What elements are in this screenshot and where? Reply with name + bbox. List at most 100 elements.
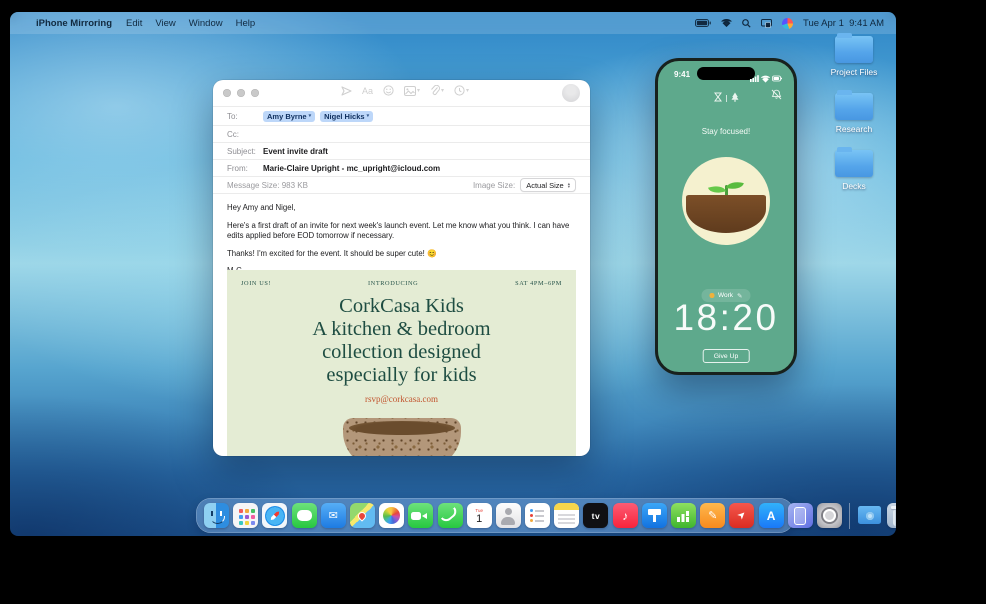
dock-tv[interactable]: tv bbox=[583, 503, 608, 528]
dock-contacts[interactable] bbox=[496, 503, 521, 528]
cork-planter-image bbox=[327, 418, 477, 456]
desktop-folder-list: Project Files Research Decks bbox=[818, 36, 890, 191]
emoji-icon[interactable] bbox=[383, 85, 394, 96]
invite-introducing-tag: INTRODUCING bbox=[368, 280, 418, 287]
menu-window[interactable]: Window bbox=[189, 18, 223, 29]
email-body[interactable]: Hey Amy and Nigel, Here's a first draft … bbox=[213, 194, 590, 277]
body-paragraph: Thanks! I'm excited for the event. It sh… bbox=[227, 249, 576, 260]
dock-separator bbox=[849, 503, 850, 529]
dock-trash[interactable] bbox=[887, 503, 897, 528]
dock-photos[interactable] bbox=[379, 503, 404, 528]
zoom-button[interactable] bbox=[251, 89, 259, 97]
bell-slash-icon[interactable] bbox=[771, 87, 782, 105]
dynamic-island bbox=[697, 67, 755, 80]
dock-facetime[interactable] bbox=[408, 503, 433, 528]
chevron-down-icon: ▾ bbox=[309, 113, 312, 119]
search-icon[interactable] bbox=[742, 19, 751, 28]
invite-attachment[interactable]: JOIN US! INTRODUCING SAT 4PM–6PM CorkCas… bbox=[227, 270, 576, 456]
from-field[interactable]: From: Marie-Claire Upright - mc_upright@… bbox=[213, 159, 590, 176]
wifi-icon[interactable] bbox=[721, 19, 732, 27]
dock-finder[interactable] bbox=[204, 503, 229, 528]
siri-icon[interactable] bbox=[782, 18, 793, 29]
mail-compose-window: Aa ▾ ▾ ▾ To: Amy Byrne▾ Nigel Hicks▾ Cc:… bbox=[213, 80, 590, 456]
countdown-timer: 18:20 bbox=[658, 297, 794, 339]
avatar[interactable] bbox=[562, 84, 580, 102]
dock-downloads-folder[interactable] bbox=[857, 503, 882, 528]
cc-label: Cc: bbox=[227, 130, 263, 139]
desktop-screen: iPhone Mirroring Edit View Window Help T… bbox=[10, 12, 896, 536]
dock: ✉ Tue 1 tv ♪ ✎ ➤ A bbox=[196, 498, 794, 533]
recipient-token[interactable]: Amy Byrne▾ bbox=[263, 111, 315, 122]
tree-icon[interactable] bbox=[731, 89, 739, 107]
iphone-mirroring-window[interactable]: 9:41 Stay focused! Work ✎ 18:20 Give Up bbox=[655, 58, 797, 375]
media-browser-icon[interactable]: ▾ bbox=[404, 86, 420, 96]
dock-mail[interactable]: ✉ bbox=[321, 503, 346, 528]
invite-rsvp-email: rsvp@corkcasa.com bbox=[227, 394, 576, 404]
dock-safari[interactable] bbox=[262, 503, 287, 528]
minimize-button[interactable] bbox=[237, 89, 245, 97]
menu-view[interactable]: View bbox=[155, 18, 175, 29]
chevron-down-icon: ▾ bbox=[367, 113, 370, 119]
battery-icon[interactable] bbox=[695, 19, 711, 27]
invite-headline: CorkCasa Kids A kitchen & bedroom collec… bbox=[227, 295, 576, 387]
from-value: Marie-Claire Upright - mc_upright@icloud… bbox=[263, 164, 440, 173]
body-paragraph: Here's a first draft of an invite for ne… bbox=[227, 221, 576, 242]
dock-system-settings[interactable] bbox=[817, 503, 842, 528]
recipient-token[interactable]: Nigel Hicks▾ bbox=[320, 111, 373, 122]
subject-field[interactable]: Subject: Event invite draft bbox=[213, 142, 590, 159]
give-up-button[interactable]: Give Up bbox=[703, 349, 750, 363]
subject-value: Event invite draft bbox=[263, 147, 328, 156]
dock-app-store[interactable]: A bbox=[759, 503, 784, 528]
iphone-status-icons bbox=[750, 70, 782, 88]
mail-titlebar[interactable]: Aa ▾ ▾ ▾ bbox=[213, 80, 590, 106]
folder-icon bbox=[835, 93, 873, 120]
dock-launchpad[interactable] bbox=[233, 503, 258, 528]
invite-join-tag: JOIN US! bbox=[241, 280, 271, 287]
subject-label: Subject: bbox=[227, 147, 263, 156]
iphone-status-bar: 9:41 bbox=[658, 67, 794, 81]
body-greeting: Hey Amy and Nigel, bbox=[227, 203, 576, 214]
dock-maps[interactable] bbox=[350, 503, 375, 528]
dock-messages[interactable] bbox=[292, 503, 317, 528]
folder-label: Research bbox=[836, 124, 872, 134]
schedule-icon[interactable]: ▾ bbox=[454, 85, 469, 96]
image-size-select[interactable]: Actual Size ▴▾ bbox=[520, 178, 576, 192]
dock-notes[interactable] bbox=[554, 503, 579, 528]
iphone-clock: 9:41 bbox=[674, 70, 690, 79]
menu-edit[interactable]: Edit bbox=[126, 18, 142, 29]
close-button[interactable] bbox=[223, 89, 231, 97]
hourglass-icon[interactable] bbox=[714, 89, 722, 107]
invite-time-tag: SAT 4PM–6PM bbox=[515, 280, 562, 287]
from-label: From: bbox=[227, 164, 263, 173]
folder-icon bbox=[835, 150, 873, 177]
dock-rocket[interactable]: ➤ bbox=[729, 503, 754, 528]
menu-clock[interactable]: Tue Apr 1 9:41 AM bbox=[803, 18, 884, 29]
plant-illustration bbox=[682, 157, 770, 245]
folder-label: Project Files bbox=[831, 67, 878, 77]
divider bbox=[726, 95, 727, 102]
cc-field[interactable]: Cc: bbox=[213, 125, 590, 142]
display-icon[interactable] bbox=[761, 19, 772, 28]
dock-reminders[interactable] bbox=[525, 503, 550, 528]
desktop-folder-project-files[interactable]: Project Files bbox=[818, 36, 890, 77]
focus-message: Stay focused! bbox=[658, 127, 794, 136]
message-size-text: Message Size: 983 KB bbox=[227, 181, 308, 190]
dock-pages[interactable]: ✎ bbox=[700, 503, 725, 528]
desktop-folder-research[interactable]: Research bbox=[818, 93, 890, 134]
stepper-icon: ▴▾ bbox=[568, 182, 570, 189]
dock-keynote[interactable] bbox=[642, 503, 667, 528]
format-icon[interactable]: Aa bbox=[362, 86, 373, 96]
dock-numbers[interactable] bbox=[671, 503, 696, 528]
menu-app-name[interactable]: iPhone Mirroring bbox=[36, 18, 112, 29]
send-icon[interactable] bbox=[341, 86, 352, 96]
dock-phone[interactable] bbox=[438, 503, 463, 528]
folder-label: Decks bbox=[842, 181, 866, 191]
dock-music[interactable]: ♪ bbox=[613, 503, 638, 528]
menu-bar: iPhone Mirroring Edit View Window Help T… bbox=[10, 12, 896, 34]
dock-iphone-mirroring[interactable] bbox=[788, 503, 813, 528]
to-field[interactable]: To: Amy Byrne▾ Nigel Hicks▾ bbox=[213, 106, 590, 125]
menu-help[interactable]: Help bbox=[236, 18, 256, 29]
dock-calendar[interactable]: Tue 1 bbox=[467, 503, 492, 528]
attach-icon[interactable]: ▾ bbox=[430, 85, 444, 96]
desktop-folder-decks[interactable]: Decks bbox=[818, 150, 890, 191]
